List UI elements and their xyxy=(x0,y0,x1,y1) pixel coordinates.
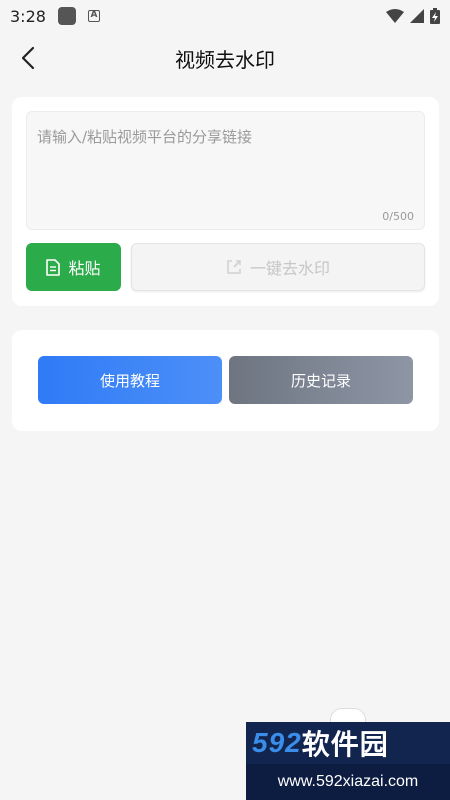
chevron-left-icon xyxy=(21,46,35,70)
app-icon xyxy=(57,7,76,25)
status-time: 3:28 xyxy=(10,6,46,26)
char-count: 0/500 xyxy=(382,210,414,223)
battery-icon xyxy=(430,8,440,24)
site-watermark: 592 软件园 www.592xiazai.com xyxy=(246,708,450,800)
app-header: 视频去水印 xyxy=(0,36,450,80)
tutorial-button-label: 使用教程 xyxy=(99,371,160,390)
signal-icon xyxy=(410,9,424,23)
paste-button[interactable]: 粘贴 xyxy=(26,243,121,291)
watermark-brand: 592 软件园 xyxy=(246,722,450,764)
page-title: 视频去水印 xyxy=(175,47,275,72)
a-icon: A xyxy=(87,10,100,22)
status-bar: 3:28 A xyxy=(0,0,450,32)
document-icon xyxy=(46,258,61,276)
wifi-icon xyxy=(386,9,404,23)
watermark-url: www.592xiazai.com xyxy=(246,764,450,800)
remove-watermark-button[interactable]: 一键去水印 xyxy=(131,243,425,291)
watermark-brand-text: 软件园 xyxy=(301,729,389,760)
status-icons xyxy=(386,8,440,24)
history-button-label: 历史记录 xyxy=(290,371,351,390)
remove-watermark-label: 一键去水印 xyxy=(249,259,330,278)
paste-button-label: 粘贴 xyxy=(68,259,101,278)
link-input[interactable] xyxy=(27,112,424,229)
tutorial-button[interactable]: 使用教程 xyxy=(38,356,222,404)
export-icon xyxy=(227,260,241,274)
link-input-box: 0/500 xyxy=(26,111,425,230)
back-button[interactable] xyxy=(14,44,42,72)
history-button[interactable]: 历史记录 xyxy=(229,356,413,404)
link-input-card: 0/500 粘贴 一键去水印 xyxy=(12,97,439,306)
watermark-brand-number: 592 xyxy=(252,727,302,758)
actions-card: 使用教程 历史记录 xyxy=(12,330,439,431)
